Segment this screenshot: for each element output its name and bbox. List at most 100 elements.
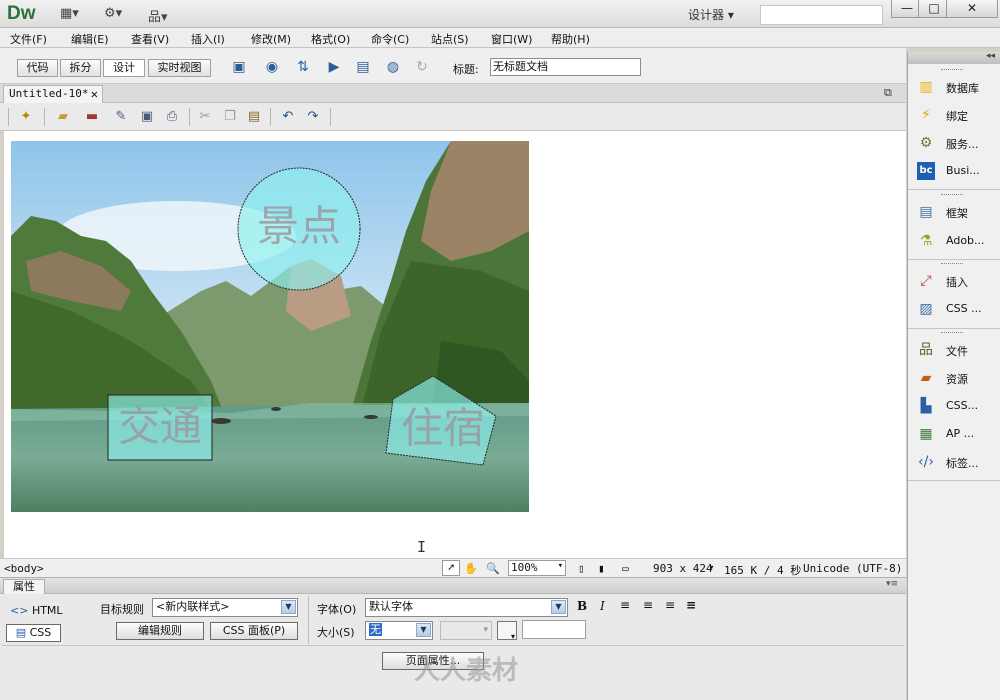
hotspot-scenic[interactable]: 景点	[237, 167, 361, 291]
zoom-tool-icon[interactable]: 🔍	[486, 562, 500, 575]
menu-format[interactable]: 格式(O)	[311, 31, 350, 47]
copy-icon[interactable]: ❐	[220, 107, 240, 127]
close-button[interactable]: ✕	[946, 0, 998, 18]
italic-button[interactable]: I	[600, 599, 605, 613]
preview-browser-icon[interactable]: ◉	[261, 57, 283, 77]
align-right-icon[interactable]: ≡	[665, 598, 675, 612]
css-transitions-icon: ▨	[919, 301, 933, 317]
paste-icon[interactable]: ▤	[244, 107, 264, 127]
file-management-icon[interactable]: ⇅	[292, 57, 314, 77]
justify-icon[interactable]: ≡	[686, 598, 696, 612]
refresh-icon[interactable]: ↻	[411, 57, 433, 77]
extend-gear-icon[interactable]: ⚙▾	[104, 6, 122, 22]
undo-icon[interactable]: ↶	[278, 107, 298, 127]
browse-bridge-icon[interactable]: ▬	[82, 107, 102, 127]
panel-item-tag-inspector[interactable]: ‹/› 标签...	[908, 449, 1000, 475]
panel-item-assets[interactable]: ▰ 资源	[908, 365, 1000, 391]
size-select[interactable]: 无 ▼	[365, 621, 433, 640]
window-size-tablet-icon[interactable]: ▮	[598, 562, 605, 575]
menu-site[interactable]: 站点(S)	[431, 31, 469, 47]
bold-button[interactable]: B	[577, 599, 587, 613]
menu-view[interactable]: 查看(V)	[131, 31, 169, 47]
panel-grip[interactable]	[941, 332, 963, 335]
menu-modify[interactable]: 修改(M)	[251, 31, 291, 47]
menu-help[interactable]: 帮助(H)	[551, 31, 590, 47]
align-left-icon[interactable]: ≡	[620, 598, 630, 612]
menu-commands[interactable]: 命令(C)	[371, 31, 409, 47]
live-view-button[interactable]: 实时视图	[148, 59, 211, 77]
title-input[interactable]: 无标题文档	[490, 58, 641, 76]
window-size-readout[interactable]: 903 x 424	[653, 562, 713, 575]
collapse-panels-icon[interactable]: ◂◂	[986, 51, 995, 61]
hotspot-label-scenic: 景点	[257, 202, 341, 251]
panel-item-ap-elements[interactable]: ▦ AP ...	[908, 421, 1000, 447]
design-view-canvas[interactable]: 景点 交通 住宿 I	[4, 131, 906, 558]
watermark: 人人素材	[414, 656, 519, 686]
menu-edit[interactable]: 编辑(E)	[71, 31, 109, 47]
window-size-dropdown-icon[interactable]: ▾	[709, 563, 714, 573]
landscape-image-map[interactable]: 景点 交通 住宿	[11, 141, 529, 512]
tag-selector[interactable]: <body>	[4, 562, 44, 575]
panel-item-bindings[interactable]: ⚡ 绑定	[908, 102, 1000, 128]
menu-window[interactable]: 窗口(W)	[491, 31, 532, 47]
hotspot-transport[interactable]: 交通	[107, 394, 213, 461]
panel-item-frames[interactable]: ▤ 框架	[908, 199, 1000, 225]
target-rule-select[interactable]: <新内联样式> ▼	[152, 598, 298, 617]
save-all-icon[interactable]: ▣	[137, 107, 157, 127]
properties-tab[interactable]: 属性	[3, 579, 45, 594]
hand-tool-icon[interactable]: ✋	[464, 562, 478, 575]
title-label: 标题:	[453, 63, 479, 76]
w3c-validation-icon[interactable]: ▶	[323, 57, 345, 77]
panel-item-css-transitions[interactable]: ▨ CSS ...	[908, 296, 1000, 322]
edit-rule-button[interactable]: 编辑规则	[116, 622, 204, 640]
print-icon[interactable]: ⎙	[162, 107, 182, 127]
site-menu-icon[interactable]: 品▾	[148, 6, 168, 25]
font-value: 默认字体	[369, 600, 413, 613]
zoom-select[interactable]: 100% ▾	[508, 560, 566, 576]
panel-item-css-styles[interactable]: ▙ CSS...	[908, 393, 1000, 419]
css-mode-button[interactable]: ▤ CSS	[6, 624, 61, 642]
toolbar-separator	[44, 108, 45, 126]
cut-icon[interactable]: ✂	[195, 107, 215, 127]
layout-menu-icon[interactable]: ▦▾	[60, 6, 79, 22]
design-view-button[interactable]: 设计	[103, 59, 145, 77]
color-picker-button[interactable]: ▾	[497, 621, 517, 641]
font-select[interactable]: 默认字体 ▼	[365, 598, 568, 617]
panel-item-insert[interactable]: ⤢ 插入	[908, 268, 1000, 294]
check-browser-icon[interactable]: ▤	[352, 57, 374, 77]
window-size-desktop-icon[interactable]: ▭	[622, 562, 629, 575]
panel-options-icon[interactable]: ▾≡	[886, 579, 898, 589]
panel-grip[interactable]	[941, 69, 963, 72]
panel-item-server-behaviors[interactable]: ⚙ 服务...	[908, 130, 1000, 156]
html-mode-button[interactable]: <> HTML	[10, 604, 63, 617]
panel-item-browserlab[interactable]: ⚗ Adob...	[908, 228, 1000, 254]
panel-label: 数据库	[946, 82, 979, 95]
align-center-icon[interactable]: ≡	[643, 598, 653, 612]
menu-file[interactable]: 文件(F)	[10, 31, 47, 47]
redo-icon[interactable]: ↷	[303, 107, 323, 127]
visual-aids-icon[interactable]: ◍	[382, 57, 404, 77]
save-icon[interactable]: ✎	[111, 107, 131, 127]
panel-grip[interactable]	[941, 194, 963, 197]
text-cursor-icon: I	[417, 538, 427, 556]
document-tab[interactable]: Untitled-10* ✕	[3, 85, 103, 104]
css-panel-button[interactable]: CSS 面板(P)	[210, 622, 298, 640]
menu-insert[interactable]: 插入(I)	[191, 31, 225, 47]
window-size-phone-icon[interactable]: ▯	[578, 562, 585, 575]
panel-item-business-catalyst[interactable]: bc Busi...	[908, 158, 1000, 184]
color-hex-input[interactable]	[522, 620, 586, 639]
search-input[interactable]	[760, 5, 883, 25]
close-tab-icon[interactable]: ✕	[91, 86, 98, 102]
panel-item-database[interactable]: ▥ 数据库	[908, 74, 1000, 100]
restore-window-icon[interactable]: ⧉	[884, 86, 892, 100]
database-icon: ▥	[919, 79, 933, 95]
open-folder-icon[interactable]: ▰	[53, 107, 73, 127]
workspace-switcher[interactable]: 设计器 ▾	[688, 6, 734, 23]
multiscreen-icon[interactable]: ▣	[228, 57, 250, 77]
code-view-button[interactable]: 代码	[17, 59, 58, 77]
split-view-button[interactable]: 拆分	[60, 59, 101, 77]
new-file-icon[interactable]: ✦	[16, 107, 36, 127]
panel-item-files[interactable]: 品 文件	[908, 337, 1000, 363]
pointer-tool-icon[interactable]: ➚	[442, 560, 460, 576]
panel-grip[interactable]	[941, 263, 963, 266]
